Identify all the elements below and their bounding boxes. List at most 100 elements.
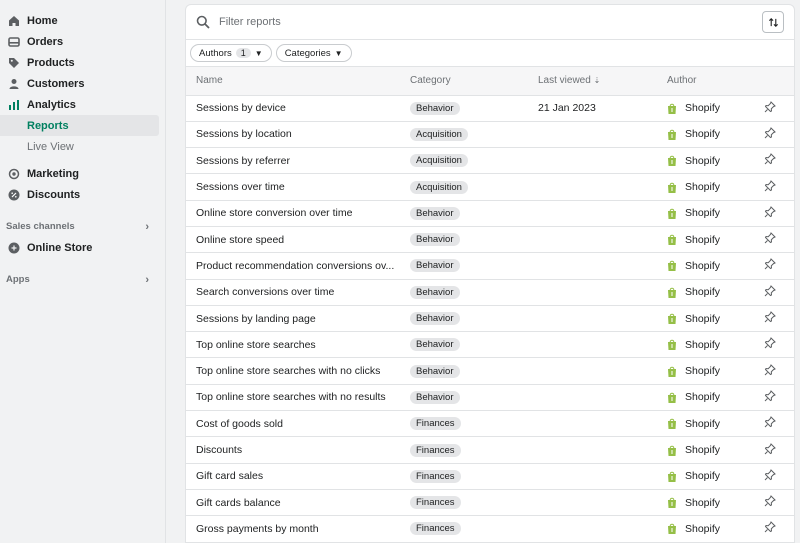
table-row[interactable]: Gross payments by month Finances Shopify [186,516,794,543]
nav-online-store[interactable]: Online Store [0,237,159,258]
pin-cell[interactable] [764,305,794,331]
column-header-name[interactable]: Name [186,67,400,96]
pin-cell[interactable] [764,411,794,437]
sales-channels-header[interactable]: Sales channels › [0,216,165,237]
pin-icon[interactable] [764,416,776,428]
sort-button[interactable] [762,11,784,33]
pin-icon[interactable] [764,311,776,323]
column-header-author[interactable]: Author [657,67,764,96]
last-viewed-cell [528,358,657,384]
pin-icon[interactable] [764,258,776,270]
report-name[interactable]: Cost of goods sold [186,411,400,437]
nav-home[interactable]: Home [0,10,159,31]
categories-filter[interactable]: Categories ▼ [275,44,352,62]
report-name[interactable]: Discounts [186,437,400,463]
pin-cell[interactable] [764,174,794,200]
pin-cell[interactable] [764,384,794,410]
nav-analytics[interactable]: Analytics [0,94,159,115]
report-name[interactable]: Online store speed [186,226,400,252]
pin-cell[interactable] [764,279,794,305]
table-row[interactable]: Top online store searches Behavior Shopify [186,332,794,358]
column-header-category[interactable]: Category [400,67,528,96]
nav-marketing[interactable]: Marketing [0,163,159,184]
pin-icon[interactable] [764,205,776,218]
column-header-last-viewed[interactable]: Last viewed ⇣ [528,67,657,96]
table-row[interactable]: Sessions over time Acquisition Shopify [186,174,794,201]
table-row[interactable]: Discounts Finances Shopify [186,437,794,464]
nav-orders[interactable]: Orders [0,31,159,52]
author-name: Shopify [685,128,721,141]
nav-reports[interactable]: Reports [0,115,159,136]
table-row[interactable]: Sessions by referrer Acquisition Shopify [186,148,794,174]
pin-cell[interactable] [764,148,794,174]
apps-header[interactable]: Apps › [0,269,165,290]
pin-icon[interactable] [764,153,776,165]
report-name[interactable]: Sessions over time [186,174,400,200]
table-row[interactable]: Sessions by location Acquisition Shopify [186,121,794,148]
pin-icon[interactable] [764,127,776,139]
search-input[interactable] [219,16,762,28]
pin-cell[interactable] [764,121,794,147]
category-badge: Behavior [410,206,460,220]
table-row[interactable]: Top online store searches with no clicks… [186,358,794,385]
nav-discounts[interactable]: Discounts [0,184,159,205]
pin-icon[interactable] [764,363,776,376]
pin-cell[interactable] [764,489,794,515]
shopify-bag-icon [668,287,676,298]
table-row[interactable]: Online store speed Behavior Shopify [186,226,794,253]
report-name[interactable]: Online store conversion over time [186,200,400,226]
author-name: Shopify [685,102,721,115]
table-row[interactable]: Gift card sales Finances Shopify [186,463,794,490]
authors-filter[interactable]: Authors 1 ▼ [190,44,272,62]
table-row[interactable]: Gift cards balance Finances Shopify [186,489,794,516]
table-row[interactable]: Online store conversion over time Behavio… [186,200,794,227]
report-name[interactable]: Sessions by device [186,95,400,121]
pin-cell[interactable] [764,253,794,279]
report-name[interactable]: Top online store searches with no result… [186,384,400,410]
report-name[interactable]: Gift cards balance [186,489,400,515]
pin-icon[interactable] [764,232,776,244]
report-name[interactable]: Sessions by referrer [186,148,400,174]
pin-icon[interactable] [764,442,776,455]
pin-icon[interactable] [764,495,776,507]
table-row[interactable]: Top online store searches with no result… [186,384,794,411]
pin-icon[interactable] [764,337,776,349]
category-badge: Behavior [410,259,460,273]
shopify-bag-icon [668,366,676,377]
report-name[interactable]: Product recommendation conversions ov... [186,253,400,279]
report-name[interactable]: Search conversions over time [186,279,400,305]
pin-cell[interactable] [764,516,794,542]
nav-products[interactable]: Products [0,52,159,73]
pin-cell[interactable] [764,463,794,489]
nav-customers[interactable]: Customers [0,73,159,94]
report-name[interactable]: Sessions by location [186,121,400,147]
report-name[interactable]: Top online store searches [186,332,400,358]
report-name[interactable]: Gift card sales [186,463,400,489]
last-viewed-header-label: Last viewed [538,75,591,87]
table-row[interactable]: Sessions by landing page Behavior Shopify [186,305,794,332]
pin-icon[interactable] [764,179,776,192]
report-name[interactable]: Top online store searches with no clicks [186,358,400,384]
table-row[interactable]: Search conversions over time Behavior Shop… [186,279,794,306]
author-cell: Shopify [657,121,764,147]
pin-cell[interactable] [764,95,794,121]
report-name[interactable]: Gross payments by month [186,516,400,542]
pin-icon[interactable] [764,521,776,533]
pin-icon[interactable] [764,390,776,402]
category-cell: Finances [400,437,528,463]
category-cell: Behavior [400,279,528,305]
pin-icon[interactable] [764,100,776,113]
pin-icon[interactable] [764,284,776,297]
table-row[interactable]: Sessions by device Behavior 21 Jan 2023 Sho… [186,95,794,122]
table-row[interactable]: Cost of goods sold Finances Shopify [186,411,794,437]
report-name[interactable]: Sessions by landing page [186,305,400,331]
pin-cell[interactable] [764,226,794,252]
pin-cell[interactable] [764,200,794,226]
pin-icon[interactable] [764,468,776,481]
pin-cell[interactable] [764,332,794,358]
pin-cell[interactable] [764,358,794,384]
shopify-bag-icon [668,313,676,325]
pin-cell[interactable] [764,437,794,463]
table-row[interactable]: Product recommendation conversions ov...… [186,253,794,280]
nav-live-view[interactable]: Live View [0,136,159,157]
